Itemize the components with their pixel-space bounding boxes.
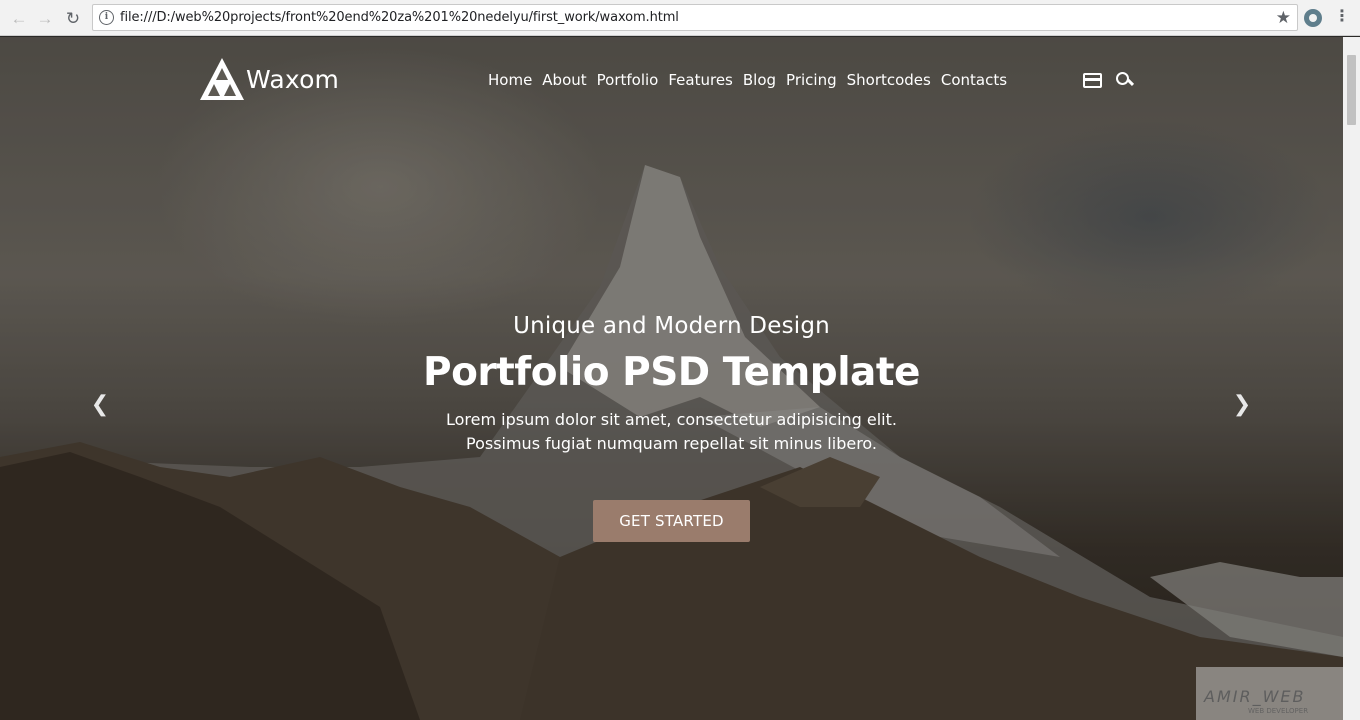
forward-arrow-icon[interactable]: → [34,7,56,29]
watermark: AMIR_WEB WEB DEVELOPER [1196,667,1343,720]
nav-features[interactable]: Features [668,71,733,89]
carousel-prev-icon[interactable]: ❮ [90,393,110,417]
bookmark-star-icon[interactable]: ★ [1276,8,1291,28]
address-bar[interactable]: i file:///D:/web%20projects/front%20end%… [92,4,1298,31]
nav-contacts[interactable]: Contacts [941,71,1007,89]
browser-toolbar: ← → ↻ i file:///D:/web%20projects/front%… [0,0,1360,36]
extension-icon[interactable] [1304,9,1322,27]
carousel-next-icon[interactable]: ❯ [1232,393,1252,417]
logo-text: Waxom [246,64,340,94]
nav-home[interactable]: Home [488,71,532,89]
url-text[interactable]: file:///D:/web%20projects/front%20end%20… [120,10,679,25]
watermark-subtext: WEB DEVELOPER [1248,707,1309,715]
get-started-button[interactable]: GET STARTED [593,500,750,542]
hero-description: Lorem ipsum dolor sit amet, consectetur … [0,408,1343,456]
page-scrollbar[interactable] [1343,37,1360,720]
site-logo[interactable]: Waxom [200,58,339,100]
logo-triangle-icon [200,58,244,100]
nav-portfolio[interactable]: Portfolio [597,71,659,89]
info-icon[interactable]: i [99,10,114,25]
hero-title: Portfolio PSD Template [423,350,920,395]
nav-shortcodes[interactable]: Shortcodes [847,71,931,89]
browser-menu-icon[interactable]: ⋮ [1334,7,1350,29]
scrollbar-thumb[interactable] [1347,55,1356,125]
reload-icon[interactable]: ↻ [62,7,84,29]
nav-blog[interactable]: Blog [743,71,776,89]
back-arrow-icon[interactable]: ← [8,7,30,29]
hero-description-line-2: Possimus fugiat numquam repellat sit min… [465,434,878,453]
nav-pricing[interactable]: Pricing [786,71,837,89]
hero-subtitle: Unique and Modern Design [513,313,830,339]
search-icon[interactable] [1116,72,1132,88]
watermark-text: AMIR_WEB [1204,687,1306,706]
page-viewport: Waxom Home About Portfolio Features Blog… [0,37,1343,720]
header-icons [1083,72,1132,88]
nav-about[interactable]: About [542,71,586,89]
card-icon[interactable] [1083,72,1102,88]
main-navigation: Home About Portfolio Features Blog Prici… [488,71,1017,89]
hero-description-line-1: Lorem ipsum dolor sit amet, consectetur … [446,410,897,429]
